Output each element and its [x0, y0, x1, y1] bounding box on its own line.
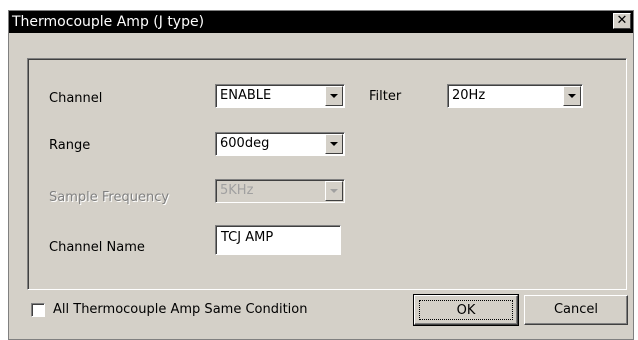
dialog-window: Thermocouple Amp (J type) ✕ Channel ENAB…	[8, 10, 634, 340]
window-title: Thermocouple Amp (J type)	[12, 14, 205, 30]
range-dropdown-arrow-icon[interactable]	[325, 134, 343, 154]
range-value: 600deg	[220, 136, 270, 151]
range-label: Range	[49, 138, 91, 153]
filter-value: 20Hz	[452, 88, 486, 103]
cancel-button[interactable]: Cancel	[524, 295, 628, 325]
same-condition-checkbox[interactable]	[31, 303, 45, 317]
sample-frequency-value: 5KHz	[220, 183, 254, 198]
filter-label: Filter	[369, 89, 402, 104]
channel-select[interactable]: ENABLE	[215, 84, 345, 108]
sample-frequency-select: 5KHz	[215, 179, 345, 203]
range-select[interactable]: 600deg	[215, 132, 345, 156]
channel-name-value: TCJ AMP	[221, 230, 274, 245]
channel-value: ENABLE	[220, 88, 272, 103]
close-button[interactable]: ✕	[613, 13, 631, 29]
sample-frequency-dropdown-arrow-icon	[325, 181, 343, 201]
close-icon: ✕	[616, 13, 628, 28]
channel-name-label: Channel Name	[49, 240, 145, 255]
filter-select[interactable]: 20Hz	[447, 84, 583, 108]
channel-name-input[interactable]: TCJ AMP	[215, 225, 341, 255]
ok-button[interactable]: OK	[413, 294, 519, 326]
title-bar: Thermocouple Amp (J type) ✕	[9, 11, 633, 33]
filter-dropdown-arrow-icon[interactable]	[563, 86, 581, 106]
channel-dropdown-arrow-icon[interactable]	[325, 86, 343, 106]
sample-frequency-label: Sample Frequency	[49, 190, 170, 205]
ok-button-label: OK	[419, 300, 513, 320]
same-condition-label[interactable]: All Thermocouple Amp Same Condition	[53, 302, 307, 317]
channel-label: Channel	[49, 91, 103, 106]
